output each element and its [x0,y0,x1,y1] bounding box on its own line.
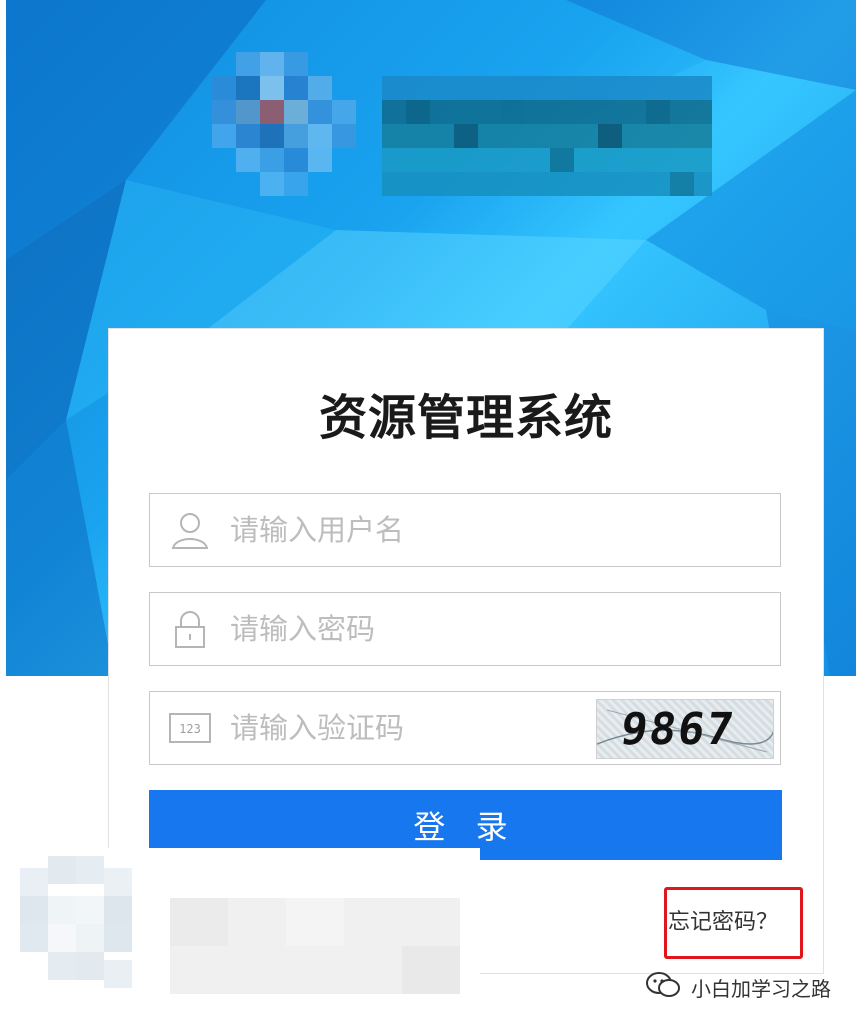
footer-logo-mosaic [0,848,480,1018]
password-field[interactable] [149,592,781,666]
logo-mosaic [212,52,718,222]
watermark-text: 小白加学习之路 [691,976,831,1001]
pixelated-logo [212,52,712,196]
username-field[interactable] [149,493,781,567]
captcha-code-icon: 123 [168,706,212,750]
password-input[interactable] [230,593,770,665]
footer-pixelated-logo [0,848,480,1018]
watermark: 小白加学习之路 [645,972,831,1002]
captcha-text: 9867 [617,704,739,755]
captcha-field[interactable]: 123 9867 [149,691,781,765]
username-input[interactable] [230,494,770,566]
user-icon [168,508,212,552]
wechat-icon [645,971,681,1003]
page-title: 资源管理系统 [318,390,613,446]
code-icon-text: 123 [179,722,201,736]
forgot-password-link[interactable]: 忘记密码？ [668,904,778,936]
captcha-image[interactable]: 9867 [596,699,774,759]
lock-icon [168,607,212,651]
captcha-input[interactable] [230,692,590,764]
